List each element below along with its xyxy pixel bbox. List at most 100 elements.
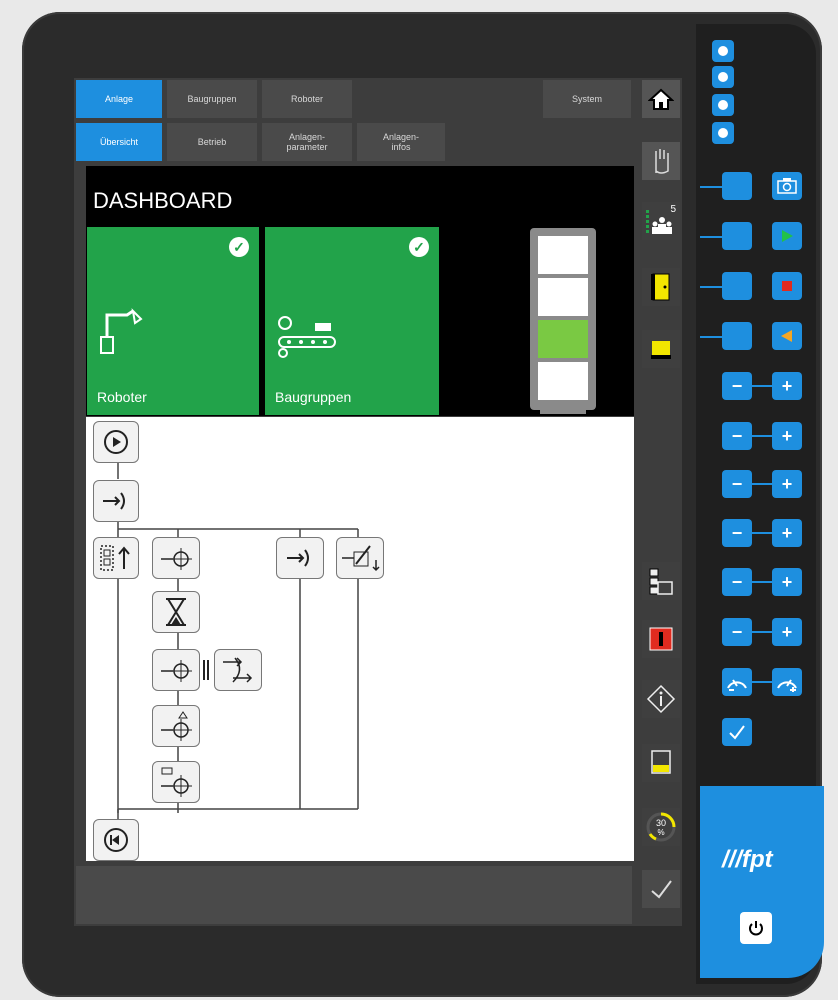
tab-baugruppen[interactable]: Baugruppen [167, 80, 257, 118]
hardware-key-4[interactable] [722, 322, 752, 350]
stack-light-segment-green [538, 320, 588, 358]
crosshair-move-icon [161, 767, 192, 797]
operators-button[interactable]: 5 [642, 202, 680, 240]
tree-structure-icon [649, 568, 673, 595]
plus-button[interactable]: + [772, 422, 802, 450]
page-title: DASHBOARD [93, 188, 233, 213]
minus-button[interactable]: − [722, 519, 752, 547]
hardware-key-1[interactable] [722, 172, 752, 200]
hourglass-icon [166, 598, 186, 626]
minus-button[interactable]: − [722, 618, 752, 646]
move-relative-step[interactable] [152, 705, 200, 747]
speed-up-icon [777, 679, 797, 692]
speed-unit: % [657, 828, 665, 837]
logo-bars-icon: /// [722, 846, 743, 873]
door-button[interactable] [642, 268, 680, 306]
acknowledge-button[interactable] [722, 718, 752, 746]
tile-label: Roboter [97, 389, 147, 405]
stop-button[interactable] [772, 272, 802, 300]
conveyor-icon [278, 316, 336, 358]
minus-button[interactable]: − [722, 422, 752, 450]
confirm-button[interactable] [642, 870, 680, 908]
start-button[interactable] [772, 222, 802, 250]
connector-line [750, 435, 772, 437]
counter-step[interactable] [336, 537, 384, 579]
connector-line [700, 336, 722, 338]
camera-button[interactable] [772, 172, 802, 200]
check-icon [651, 880, 672, 899]
stack-light [530, 228, 596, 410]
tab-anlageninfos[interactable]: Anlagen- infos [357, 123, 445, 161]
brand-panel [700, 786, 824, 978]
check-icon [729, 725, 745, 740]
branch-step[interactable] [93, 480, 139, 522]
move-sync-step[interactable] [152, 649, 200, 691]
status-led [712, 40, 734, 62]
brand-logo: ///fpt [722, 846, 773, 874]
start-cycle-step[interactable] [93, 421, 139, 463]
status-led [712, 94, 734, 116]
parallel-branch-step[interactable] [214, 649, 262, 691]
counter-icon [342, 545, 380, 572]
minus-button[interactable]: − [722, 372, 752, 400]
tile-baugruppen[interactable]: ✓ Baugruppen [265, 227, 439, 415]
plus-button[interactable]: + [772, 372, 802, 400]
error-button[interactable] [642, 620, 680, 658]
stop-icon [782, 281, 792, 291]
plus-button[interactable]: + [772, 519, 802, 547]
tile-roboter[interactable]: ✓ Roboter [87, 227, 259, 415]
minus-button[interactable]: − [722, 470, 752, 498]
connector-line [700, 236, 722, 238]
branch-icon [287, 549, 309, 567]
camera-icon [777, 178, 797, 194]
back-button[interactable] [772, 322, 802, 350]
stack-light-base [540, 408, 586, 414]
status-bar [76, 866, 632, 924]
display-button[interactable] [642, 744, 680, 782]
connector-line [700, 286, 722, 288]
status-led [712, 122, 734, 144]
lamp-icon [651, 341, 671, 359]
home-button[interactable] [642, 80, 680, 118]
info-icon [646, 684, 676, 714]
branch-icon [103, 492, 125, 510]
plus-button[interactable]: + [772, 470, 802, 498]
tab-roboter[interactable]: Roboter [262, 80, 352, 118]
structure-button[interactable] [642, 562, 680, 600]
plus-button[interactable]: + [772, 618, 802, 646]
speed-up-button[interactable] [772, 668, 802, 696]
connector-line [750, 581, 772, 583]
speed-button[interactable]: 30 % [642, 808, 680, 846]
stack-light-segment [538, 362, 588, 400]
move-gripper-step[interactable] [152, 761, 200, 803]
info-button[interactable] [642, 680, 680, 718]
connector-line [700, 186, 722, 188]
robot-arm-icon [100, 308, 143, 354]
parallel-branch-icon [223, 657, 253, 683]
power-button[interactable] [740, 912, 772, 944]
branch-step[interactable] [276, 537, 324, 579]
tab-anlage[interactable]: Anlage [76, 80, 162, 118]
crosshair-move-icon [161, 711, 192, 741]
gripper-open-step[interactable] [93, 537, 139, 579]
wait-step[interactable] [152, 591, 200, 633]
door-icon [651, 273, 670, 301]
tab-uebersicht[interactable]: Übersicht [76, 123, 162, 161]
speed-down-icon [727, 679, 747, 691]
tile-label: Baugruppen [275, 389, 352, 405]
tab-betrieb[interactable]: Betrieb [167, 123, 257, 161]
speed-down-button[interactable] [722, 668, 752, 696]
end-cycle-step[interactable] [93, 819, 139, 861]
hardware-key-3[interactable] [722, 272, 752, 300]
move-position-step[interactable] [152, 537, 200, 579]
hardware-key-2[interactable] [722, 222, 752, 250]
stack-light-button[interactable] [642, 330, 680, 368]
plus-button[interactable]: + [772, 568, 802, 596]
manual-mode-button[interactable] [642, 142, 680, 180]
tab-system[interactable]: System [543, 80, 631, 118]
check-circle-icon: ✓ [409, 237, 429, 257]
tab-anlagenparameter[interactable]: Anlagen- parameter [262, 123, 352, 161]
stack-light-segment [538, 278, 588, 316]
error-icon [649, 627, 673, 651]
minus-button[interactable]: − [722, 568, 752, 596]
